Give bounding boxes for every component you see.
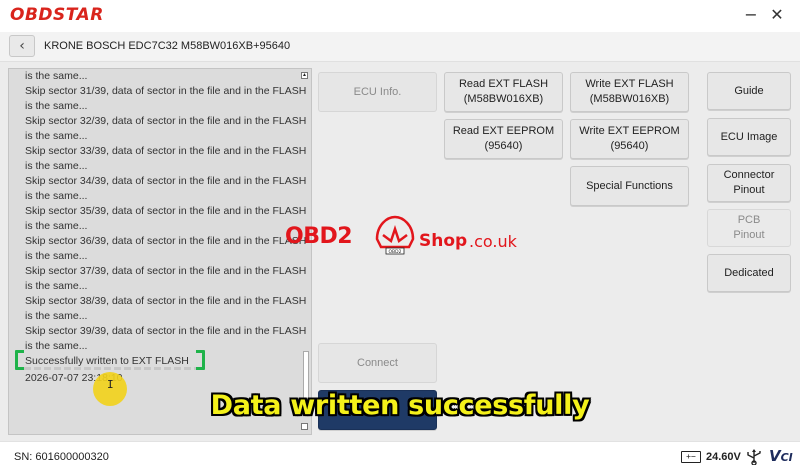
voltage-readout: 24.60V [706,451,741,463]
pcb-pinout-label-2: Pinout [733,229,765,241]
ecu-info-label: ECU Info. [353,85,402,98]
watermark-obd2-text: OBD2 [285,224,353,249]
log-text: is the same... Skip sector 31/39, data of… [25,69,307,386]
write-ext-flash-label: Write EXT FLASH [585,78,674,90]
usb-icon [747,449,761,465]
scroll-down-icon[interactable] [301,423,308,430]
watermark-domain-text: .co.uk [469,232,517,251]
log-line: Skip sector 39/39, data of sector in the… [25,325,307,337]
log-line: Skip sector 38/39, data of sector in the… [25,295,307,307]
minimize-icon[interactable]: − [740,4,762,26]
pcb-pinout-label-1: PCB [737,214,761,226]
text-cursor-icon: I [107,378,114,391]
log-line: is the same... [25,250,88,262]
read-ext-eeprom-button[interactable]: Read EXT EEPROM (95640) [444,119,563,159]
dedicated-button[interactable]: Dedicated [707,254,791,292]
log-line: is the same... [25,220,88,232]
log-line: Skip sector 35/39, data of sector in the… [25,205,307,217]
vci-indicator: VCI [769,447,793,465]
log-line: is the same... [25,280,88,292]
log-line: is the same... [25,310,88,322]
log-line: Skip sector 31/39, data of sector in the… [25,85,307,97]
ecu-image-label: ECU Image [720,130,778,143]
write-ext-eeprom-label: Write EXT EEPROM [579,125,680,137]
special-functions-label: Special Functions [586,179,673,192]
battery-icon: +− [681,451,701,463]
guide-button[interactable]: Guide [707,72,791,110]
read-ext-eeprom-label: Read EXT EEPROM [452,125,555,137]
log-line: is the same... [25,70,88,82]
connector-pinout-label-2: Pinout [733,184,765,196]
write-ext-eeprom-button[interactable]: Write EXT EEPROM (95640) [570,119,689,159]
ecu-info-button[interactable]: ECU Info. [318,72,437,112]
success-highlight-box [15,350,205,370]
watermark-shop-text: Shop [419,231,468,251]
pcb-pinout-button[interactable]: PCB Pinout [707,209,791,247]
read-ext-flash-label: Read EXT FLASH [458,78,549,90]
connector-pinout-label-1: Connector [723,169,775,181]
log-line: Skip sector 37/39, data of sector in the… [25,265,307,277]
read-ext-flash-button[interactable]: Read EXT FLASH (M58BW016XB) [444,72,563,112]
title-bar: ‹ KRONE BOSCH EDC7C32 M58BW016XB+95640 [0,32,800,62]
log-line: Skip sector 34/39, data of sector in the… [25,175,307,187]
obdstar-logo: OBDSTAR [10,5,104,25]
log-line: is the same... [25,130,88,142]
ecu-image-button[interactable]: ECU Image [707,118,791,156]
write-ext-flash-chip: (M58BW016XB) [589,93,670,105]
connector-pinout-button[interactable]: Connector Pinout [707,164,791,202]
log-line: Skip sector 32/39, data of sector in the… [25,115,307,127]
special-functions-button[interactable]: Special Functions [570,166,689,206]
log-line: is the same... [25,160,88,172]
car-plate-text: OBD2 [389,249,402,255]
video-caption: Data written successfully [210,390,590,421]
guide-label: Guide [734,84,764,97]
log-line: Skip sector 36/39, data of sector in the… [25,235,307,247]
car-logo-icon: OBD2 [375,215,415,255]
write-ext-flash-button[interactable]: Write EXT FLASH (M58BW016XB) [570,72,689,112]
chevron-left-icon: ‹ [19,38,25,54]
page-title: KRONE BOSCH EDC7C32 M58BW016XB+95640 [44,40,291,52]
status-bar: SN: 601600000320 +− 24.60V VCI [0,441,800,471]
obd2shop-watermark: OBD2 OBD2 Shop .co.uk [285,211,525,257]
log-line: Skip sector 33/39, data of sector in the… [25,145,307,157]
dedicated-label: Dedicated [724,266,774,279]
write-ext-eeprom-chip: (95640) [610,140,649,152]
log-line: is the same... [25,100,88,112]
scroll-up-icon[interactable]: ▲ [301,72,308,79]
serial-number: SN: 601600000320 [14,451,109,463]
log-panel[interactable]: is the same... Skip sector 31/39, data of… [8,68,312,435]
read-ext-eeprom-chip: (95640) [484,140,523,152]
close-icon[interactable]: ✕ [766,4,788,26]
connect-label: Connect [357,356,398,369]
log-line: is the same... [25,190,88,202]
read-ext-flash-chip: (M58BW016XB) [463,93,544,105]
back-button[interactable]: ‹ [9,35,35,57]
top-bar: OBDSTAR − ✕ [0,0,800,32]
log-timestamp: 2026-07-07 23:18:10 [25,372,123,384]
connect-button[interactable]: Connect [318,343,437,383]
